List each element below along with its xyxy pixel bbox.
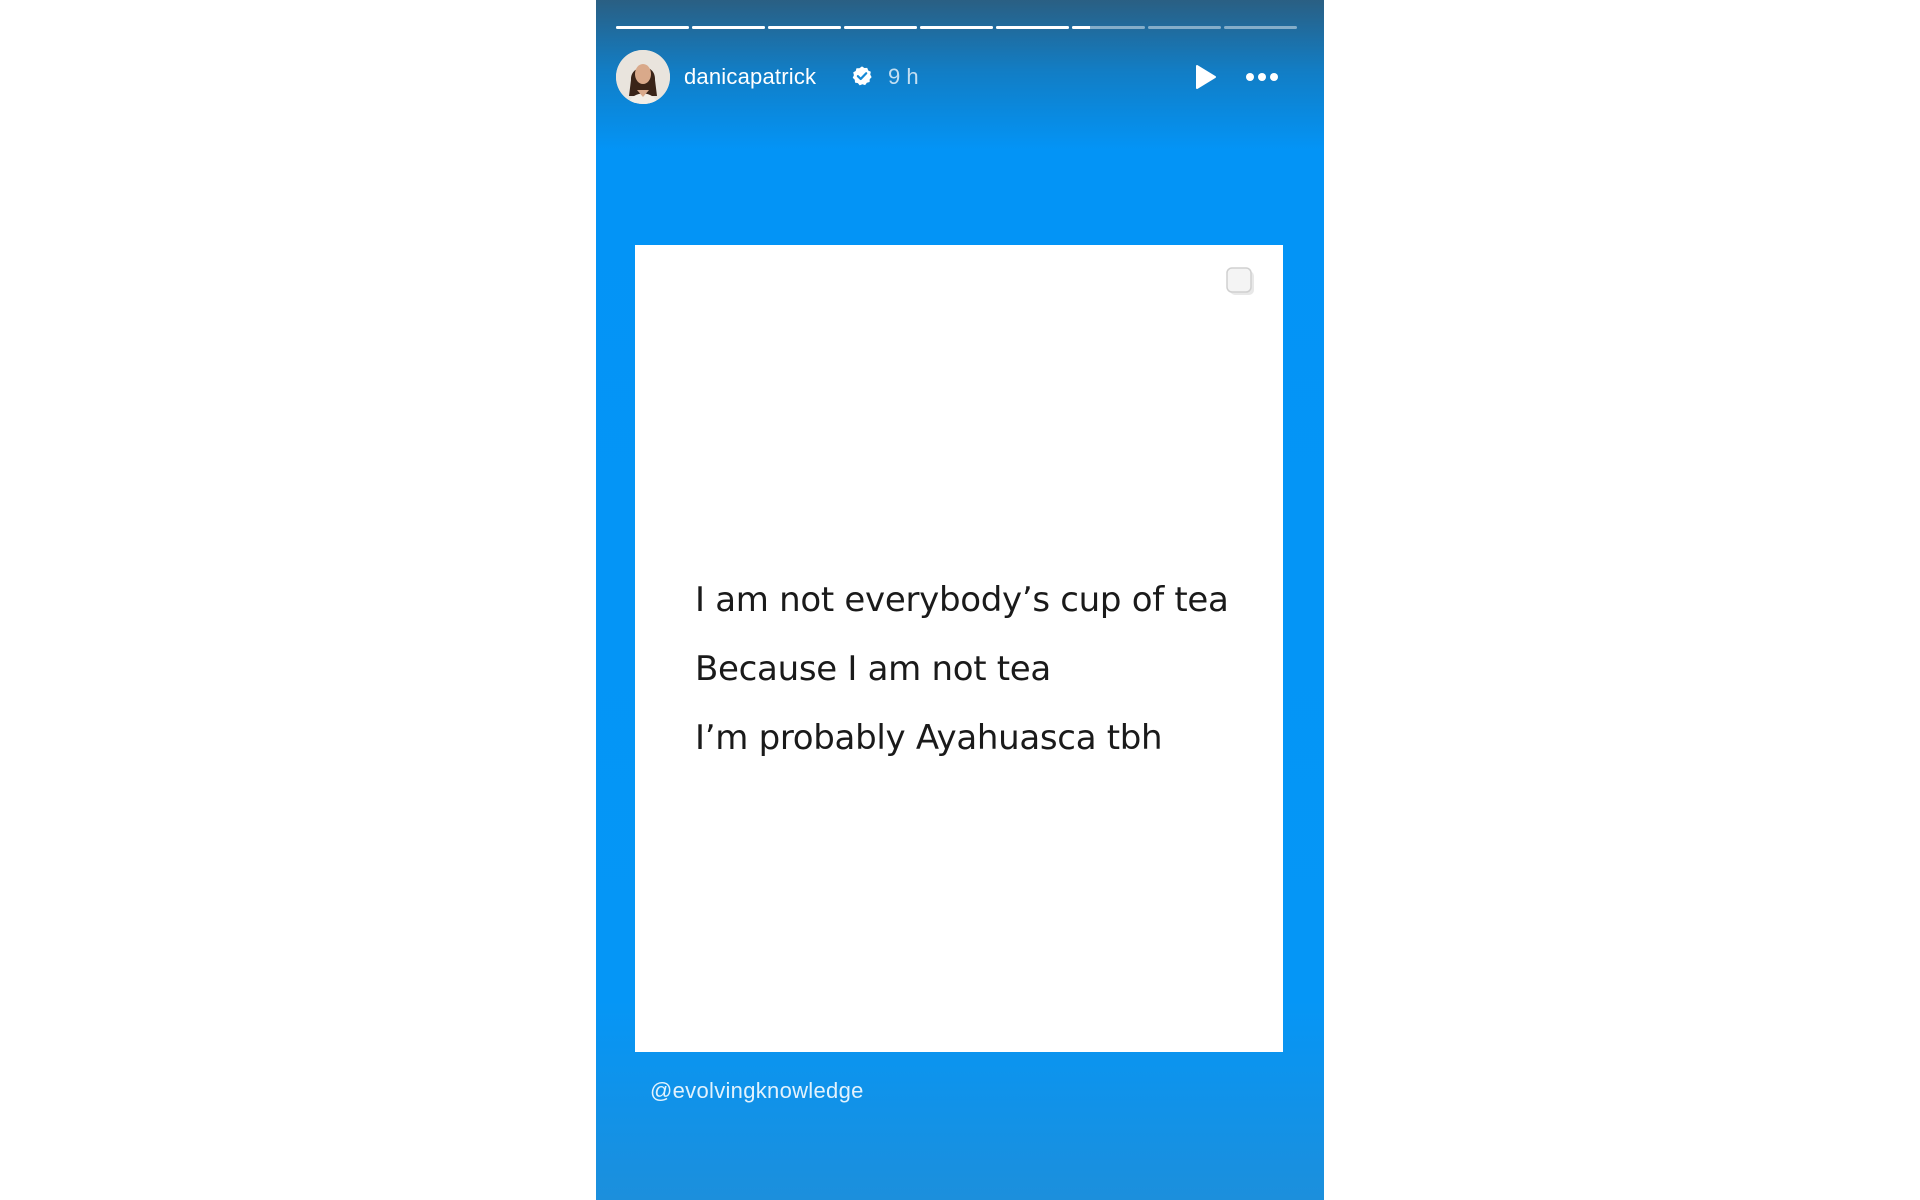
progress-segment bbox=[996, 26, 1069, 29]
progress-segment bbox=[1224, 26, 1297, 29]
quote-line-3: I’m probably Ayahuasca tbh bbox=[695, 718, 1163, 758]
author-username[interactable]: danicapatrick bbox=[684, 64, 816, 90]
progress-segment bbox=[768, 26, 841, 29]
author-avatar[interactable] bbox=[616, 50, 670, 104]
story-progress-bar bbox=[616, 26, 1297, 29]
story-header: danicapatrick 9 h bbox=[616, 50, 1306, 104]
quote-line-2: Because I am not tea bbox=[695, 649, 1051, 689]
progress-segment bbox=[920, 26, 993, 29]
story-viewer[interactable]: danicapatrick 9 h I am not everybody’s c… bbox=[596, 0, 1324, 1200]
progress-segment bbox=[844, 26, 917, 29]
play-button[interactable] bbox=[1190, 62, 1220, 92]
more-options-icon bbox=[1246, 73, 1278, 81]
page-background: danicapatrick 9 h I am not everybody’s c… bbox=[0, 0, 1920, 1200]
progress-segment-fill bbox=[616, 26, 689, 29]
progress-segment-fill bbox=[996, 26, 1069, 29]
more-options-button[interactable] bbox=[1242, 62, 1282, 92]
progress-segment bbox=[1072, 26, 1145, 29]
progress-segment bbox=[616, 26, 689, 29]
verified-badge-icon bbox=[852, 66, 872, 86]
play-icon bbox=[1196, 65, 1216, 89]
copy-icon bbox=[1226, 267, 1254, 295]
progress-segment-fill bbox=[692, 26, 765, 29]
progress-segment-fill bbox=[1072, 26, 1091, 29]
shared-post-card[interactable]: I am not everybody’s cup of tea Because … bbox=[635, 245, 1283, 1052]
progress-segment-fill bbox=[768, 26, 841, 29]
avatar-image bbox=[616, 50, 670, 104]
progress-segment-fill bbox=[920, 26, 993, 29]
quote-text: I am not everybody’s cup of tea Because … bbox=[695, 566, 1255, 773]
progress-segment bbox=[1148, 26, 1221, 29]
mention-tag[interactable]: @evolvingknowledge bbox=[650, 1078, 864, 1104]
quote-line-1: I am not everybody’s cup of tea bbox=[695, 580, 1229, 620]
progress-segment-fill bbox=[844, 26, 917, 29]
progress-segment bbox=[692, 26, 765, 29]
post-timestamp: 9 h bbox=[888, 64, 919, 89]
